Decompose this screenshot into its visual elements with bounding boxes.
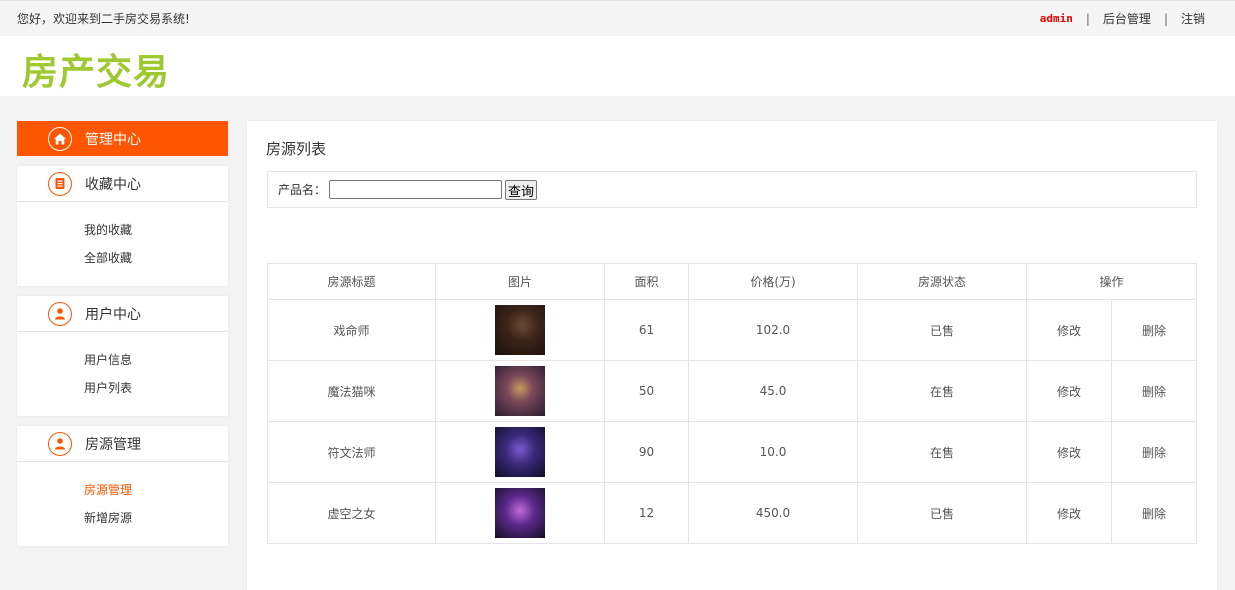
row-image bbox=[435, 482, 605, 544]
document-icon bbox=[48, 171, 72, 196]
user-info-link[interactable]: 用户信息 bbox=[84, 346, 228, 374]
row-status: 已售 bbox=[857, 482, 1027, 544]
table-header-row: 房源标题 图片 面积 价格(万) 房源状态 操作 bbox=[267, 263, 1197, 300]
user-center-header[interactable]: 用户中心 bbox=[17, 296, 228, 332]
site-logo[interactable]: 房产交易 bbox=[22, 43, 170, 95]
search-button[interactable]: 查询 bbox=[505, 179, 538, 200]
row-title: 符文法师 bbox=[267, 421, 436, 483]
admin-link[interactable]: 后台管理 bbox=[1103, 10, 1151, 27]
row-price: 450.0 bbox=[688, 482, 858, 544]
top-nav: admin | 后台管理 | 注销 bbox=[1040, 10, 1205, 27]
all-favorites-link[interactable]: 全部收藏 bbox=[84, 244, 228, 272]
my-favorites-link[interactable]: 我的收藏 bbox=[84, 216, 228, 244]
separator: | bbox=[1163, 11, 1168, 26]
favorites-section: 收藏中心 我的收藏 全部收藏 bbox=[17, 166, 228, 286]
favorites-header[interactable]: 收藏中心 bbox=[17, 166, 228, 202]
page-title: 房源列表 bbox=[266, 140, 327, 158]
add-property-link[interactable]: 新增房源 bbox=[84, 504, 228, 532]
row-status: 在售 bbox=[857, 360, 1027, 422]
table-row: 符文法师 90 10.0 在售 修改 删除 bbox=[267, 421, 1197, 483]
user-center-section: 用户中心 用户信息 用户列表 bbox=[17, 296, 228, 416]
home-icon bbox=[48, 126, 72, 151]
row-price: 102.0 bbox=[688, 299, 858, 361]
row-area: 61 bbox=[604, 299, 689, 361]
user-list-link[interactable]: 用户列表 bbox=[84, 374, 228, 402]
property-section: 房源管理 房源管理 新增房源 bbox=[17, 426, 228, 546]
property-manage-link[interactable]: 房源管理 bbox=[84, 476, 228, 504]
separator: | bbox=[1085, 11, 1090, 26]
delete-button[interactable]: 删除 bbox=[1111, 299, 1197, 361]
table-row: 魔法猫咪 50 45.0 在售 修改 删除 bbox=[267, 360, 1197, 422]
favorites-title: 收藏中心 bbox=[85, 176, 141, 193]
main-panel: 房源列表 产品名： 查询 房源标题 图片 面积 价格(万) 房源状态 操作 戏命… bbox=[247, 121, 1217, 590]
row-price: 10.0 bbox=[688, 421, 858, 483]
row-title: 虚空之女 bbox=[267, 482, 436, 544]
edit-button[interactable]: 修改 bbox=[1026, 482, 1112, 544]
row-status: 已售 bbox=[857, 299, 1027, 361]
row-price: 45.0 bbox=[688, 360, 858, 422]
top-bar: 您好，欢迎来到二手房交易系统! admin | 后台管理 | 注销 bbox=[0, 0, 1235, 35]
col-area: 面积 bbox=[604, 263, 689, 300]
row-area: 12 bbox=[604, 482, 689, 544]
table-row: 虚空之女 12 450.0 已售 修改 删除 bbox=[267, 482, 1197, 544]
edit-button[interactable]: 修改 bbox=[1026, 360, 1112, 422]
delete-button[interactable]: 删除 bbox=[1111, 482, 1197, 544]
property-title: 房源管理 bbox=[85, 436, 141, 453]
property-thumbnail[interactable] bbox=[495, 305, 545, 355]
edit-button[interactable]: 修改 bbox=[1026, 421, 1112, 483]
sidebar: 管理中心 收藏中心 我的收藏 全部收藏 用户中心 用户信息 用户列表 房源管理 … bbox=[17, 121, 228, 546]
property-thumbnail[interactable] bbox=[495, 427, 545, 477]
nav-admin-center[interactable]: 管理中心 bbox=[17, 121, 228, 156]
property-table: 房源标题 图片 面积 价格(万) 房源状态 操作 戏命师 61 102.0 已售… bbox=[267, 263, 1197, 544]
user-center-title: 用户中心 bbox=[85, 306, 141, 323]
row-title: 戏命师 bbox=[267, 299, 436, 361]
row-area: 90 bbox=[604, 421, 689, 483]
product-name-input[interactable] bbox=[329, 180, 503, 199]
nav-admin-center-label: 管理中心 bbox=[85, 131, 141, 148]
row-status: 在售 bbox=[857, 421, 1027, 483]
table-row: 戏命师 61 102.0 已售 修改 删除 bbox=[267, 299, 1197, 361]
logout-link[interactable]: 注销 bbox=[1181, 10, 1205, 27]
col-status: 房源状态 bbox=[857, 263, 1027, 300]
col-title: 房源标题 bbox=[267, 263, 436, 300]
col-price: 价格(万) bbox=[688, 263, 858, 300]
row-image bbox=[435, 360, 605, 422]
welcome-text: 您好，欢迎来到二手房交易系统! bbox=[17, 12, 190, 26]
username[interactable]: admin bbox=[1040, 12, 1073, 25]
user-icon bbox=[48, 431, 72, 456]
col-actions: 操作 bbox=[1026, 263, 1197, 300]
row-image bbox=[435, 421, 605, 483]
col-image: 图片 bbox=[435, 263, 605, 300]
property-thumbnail[interactable] bbox=[495, 366, 545, 416]
edit-button[interactable]: 修改 bbox=[1026, 299, 1112, 361]
header: 房产交易 bbox=[0, 36, 1235, 96]
property-header[interactable]: 房源管理 bbox=[17, 426, 228, 462]
delete-button[interactable]: 删除 bbox=[1111, 421, 1197, 483]
row-area: 50 bbox=[604, 360, 689, 422]
search-bar: 产品名： 查询 bbox=[267, 171, 1197, 208]
search-label: 产品名： bbox=[278, 183, 327, 197]
user-icon bbox=[48, 301, 72, 326]
delete-button[interactable]: 删除 bbox=[1111, 360, 1197, 422]
property-thumbnail[interactable] bbox=[495, 488, 545, 538]
row-title: 魔法猫咪 bbox=[267, 360, 436, 422]
row-image bbox=[435, 299, 605, 361]
